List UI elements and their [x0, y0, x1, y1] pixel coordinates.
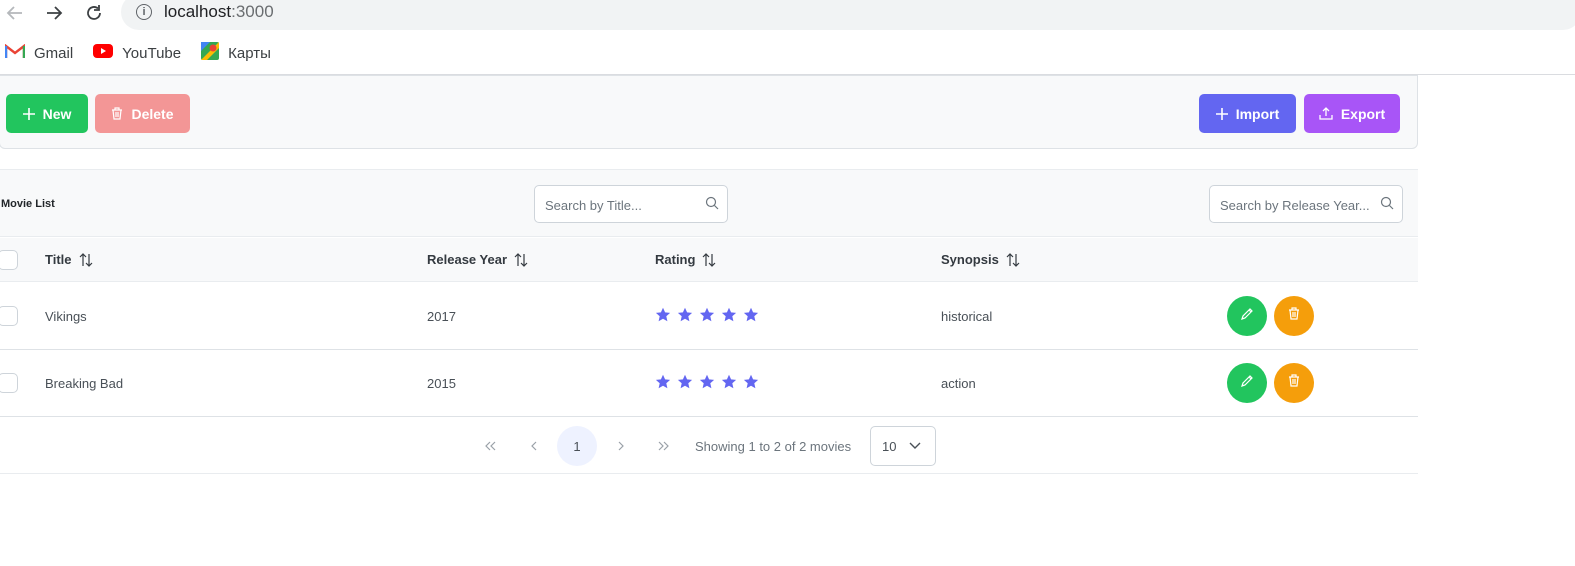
url-text[interactable]: localhost:3000 [164, 2, 274, 22]
star-icon[interactable] [743, 307, 759, 323]
edit-button[interactable] [1227, 363, 1267, 403]
edit-button[interactable] [1227, 296, 1267, 336]
rating-stars[interactable] [655, 374, 765, 390]
table-caption: Movie List [0, 169, 1418, 237]
delete-row-button[interactable] [1274, 296, 1314, 336]
youtube-icon [93, 44, 114, 62]
page-number-button[interactable]: 1 [557, 426, 597, 466]
sort-icon [514, 252, 528, 267]
crud-toolbar: New Delete Import Export [0, 75, 1418, 149]
star-icon[interactable] [655, 374, 671, 390]
delete-button-label: Delete [131, 105, 174, 122]
search-title-field[interactable] [534, 185, 728, 223]
column-header-rating[interactable]: Rating [655, 252, 716, 267]
column-label: Title [45, 252, 72, 267]
bookmark-gmail[interactable]: Gmail [4, 43, 74, 63]
new-button-label: New [42, 105, 72, 122]
sort-icon [1006, 252, 1020, 267]
select-all-checkbox[interactable] [0, 250, 18, 270]
star-icon[interactable] [699, 374, 715, 390]
column-label: Release Year [427, 252, 507, 267]
sort-icon [702, 252, 716, 267]
paginator: 1 Showing 1 to 2 of 2 movies 10 [0, 417, 1418, 474]
page-title: Movie List [1, 198, 55, 210]
browser-toolbar: i localhost:3000 [0, 0, 1575, 30]
bookmark-youtube[interactable]: YouTube [93, 44, 181, 62]
table-row: Breaking Bad 2015 action [0, 350, 1418, 417]
delete-row-button[interactable] [1274, 363, 1314, 403]
table-row: Vikings 2017 historical [0, 283, 1418, 350]
import-button[interactable]: Import [1199, 94, 1296, 133]
search-icon [1380, 196, 1394, 215]
url-host: localhost [164, 2, 232, 21]
bookmark-label: Карты [228, 44, 271, 62]
search-year-field[interactable] [1209, 185, 1403, 223]
plus-icon [22, 107, 35, 120]
star-icon[interactable] [721, 374, 737, 390]
first-page-icon[interactable] [470, 426, 510, 466]
export-button[interactable]: Export [1304, 94, 1400, 133]
upload-icon [1319, 107, 1333, 120]
search-icon [705, 196, 719, 215]
bookmark-label: YouTube [122, 44, 182, 62]
cell-title: Breaking Bad [45, 376, 124, 391]
bookmark-label: Gmail [34, 44, 74, 62]
column-label: Synopsis [941, 252, 999, 267]
next-page-icon[interactable] [601, 426, 641, 466]
cell-synopsis: historical [941, 309, 993, 324]
plus-icon [1215, 107, 1228, 120]
row-checkbox[interactable] [0, 373, 18, 393]
star-icon[interactable] [699, 307, 715, 323]
column-label: Rating [655, 252, 696, 267]
sort-icon [79, 252, 93, 267]
page-report: Showing 1 to 2 of 2 movies [695, 439, 852, 454]
cell-release-year: 2015 [427, 376, 456, 391]
table-column-header: Title Release Year Rating Synopsis [0, 238, 1418, 282]
cell-release-year: 2017 [427, 309, 456, 324]
maps-icon [201, 42, 220, 64]
chevron-down-icon [908, 439, 922, 458]
prev-page-icon[interactable] [514, 426, 554, 466]
bookmark-maps[interactable]: Карты [201, 42, 271, 64]
forward-arrow-icon[interactable] [42, 2, 66, 24]
column-header-title[interactable]: Title [45, 252, 93, 267]
trash-icon [1288, 307, 1300, 325]
pencil-icon [1240, 307, 1254, 326]
site-info-icon[interactable]: i [136, 4, 152, 20]
url-port: :3000 [231, 2, 274, 21]
gmail-icon [4, 43, 26, 63]
star-icon[interactable] [677, 307, 693, 323]
star-icon[interactable] [721, 307, 737, 323]
cell-synopsis: action [941, 376, 976, 391]
star-icon[interactable] [677, 374, 693, 390]
search-title-input[interactable] [545, 195, 695, 215]
import-button-label: Import [1235, 105, 1280, 122]
new-button[interactable]: New [6, 94, 88, 133]
back-arrow-icon[interactable] [3, 2, 27, 24]
star-icon[interactable] [655, 307, 671, 323]
trash-icon [111, 107, 123, 120]
rating-stars[interactable] [655, 307, 765, 323]
address-bar[interactable] [121, 0, 1575, 30]
rows-per-page-value: 10 [882, 439, 897, 454]
last-page-icon[interactable] [644, 426, 684, 466]
star-icon[interactable] [743, 374, 759, 390]
pencil-icon [1240, 374, 1254, 393]
delete-button[interactable]: Delete [95, 94, 190, 133]
search-year-input[interactable] [1220, 195, 1370, 215]
trash-icon [1288, 374, 1300, 392]
column-header-release-year[interactable]: Release Year [427, 252, 528, 267]
bookmarks-bar: Gmail YouTube Карты [0, 38, 291, 68]
row-checkbox[interactable] [0, 306, 18, 326]
rows-per-page-dropdown[interactable]: 10 [870, 426, 936, 466]
reload-icon[interactable] [82, 2, 106, 24]
cell-title: Vikings [45, 309, 87, 324]
column-header-synopsis[interactable]: Synopsis [941, 252, 1020, 267]
export-button-label: Export [1340, 105, 1386, 122]
